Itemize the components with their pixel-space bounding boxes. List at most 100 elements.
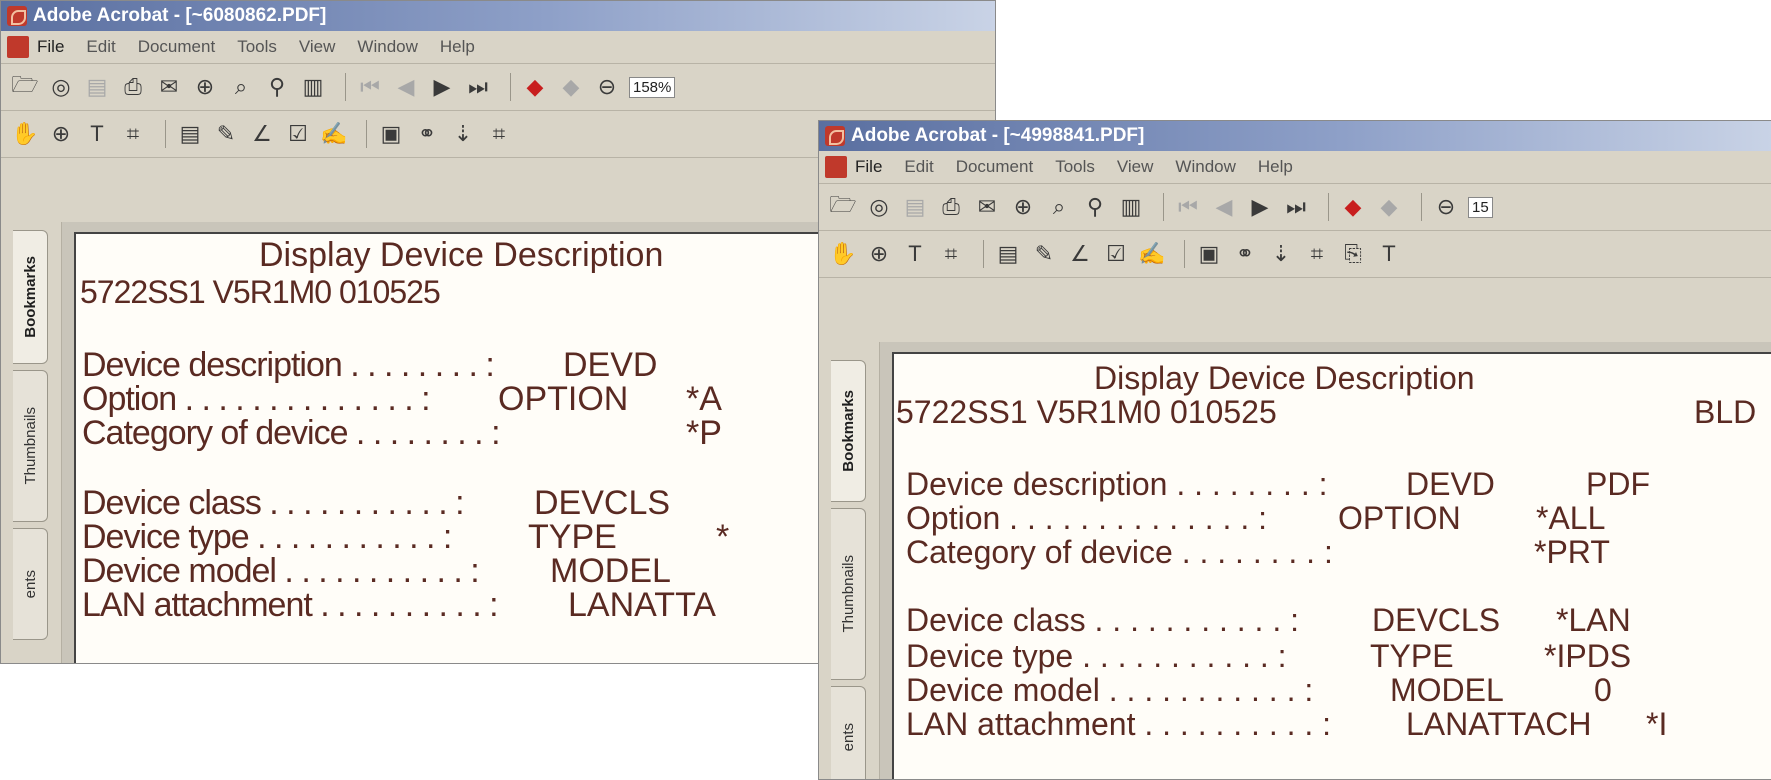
row-label-category: Category of device . . . . . . . . : (82, 414, 501, 452)
title-bar[interactable]: Adobe Acrobat - [~4998841.PDF] (819, 121, 1771, 151)
row-value-type: *IPDS (1544, 638, 1632, 674)
menu-help[interactable]: Help (440, 37, 475, 57)
tab-thumbnails[interactable]: Thumbnails (831, 508, 866, 680)
highlight-tool-icon[interactable]: ∠ (1066, 239, 1094, 269)
menu-window[interactable]: Window (1175, 157, 1235, 177)
navigation-pane-icon[interactable]: ▥ (299, 72, 327, 102)
menu-view[interactable]: View (1117, 157, 1154, 177)
web-open-icon[interactable]: ◎ (47, 72, 75, 102)
zoom-level[interactable]: 158% (629, 76, 676, 98)
pencil-tool-icon[interactable]: ✎ (1030, 239, 1058, 269)
toolbar-separator (983, 240, 984, 268)
snapshot-icon[interactable]: ⌗ (119, 119, 147, 149)
tab-bookmarks[interactable]: Bookmarks (13, 230, 48, 364)
zoom-tool-icon[interactable]: ⊕ (47, 119, 75, 149)
next-page-icon[interactable]: ▶ (428, 72, 456, 102)
menu-document[interactable]: Document (956, 157, 1033, 177)
tab-thumbnails[interactable]: Thumbnails (13, 370, 48, 522)
text-select-icon[interactable]: T (83, 119, 111, 149)
doc-heading: Display Device Description (259, 236, 664, 274)
zoom-out-icon[interactable]: ⊖ (593, 72, 621, 102)
note-tool-icon[interactable]: ▤ (994, 239, 1022, 269)
menu-edit[interactable]: Edit (86, 37, 115, 57)
go-back-icon[interactable]: ◆ (521, 72, 549, 102)
zoom-out-icon[interactable]: ⊖ (1432, 192, 1460, 222)
first-page-icon[interactable]: ⏮ (1174, 192, 1202, 222)
open-folder-icon[interactable]: 🗁 (11, 72, 39, 102)
article-tool-icon[interactable]: ⇣ (449, 119, 477, 149)
go-back-icon[interactable]: ◆ (1339, 192, 1367, 222)
row-keyword-lanattach: LANATTACH (1406, 706, 1592, 742)
go-forward-icon[interactable]: ◆ (557, 72, 585, 102)
document-menu-icon[interactable] (825, 156, 847, 178)
sign-icon[interactable]: ✍ (1138, 239, 1166, 269)
menu-file[interactable]: File (37, 37, 64, 57)
tab-comments[interactable]: ents (13, 528, 48, 640)
hand-tool-icon[interactable]: ✋ (829, 239, 857, 269)
link-tool-icon[interactable]: ⚭ (413, 119, 441, 149)
highlight-tool-icon[interactable]: ∠ (248, 119, 276, 149)
movie-tool-icon[interactable]: ⎘ (1339, 239, 1367, 269)
find-icon[interactable]: ⌕ (1045, 192, 1073, 222)
navigation-pane-icon[interactable]: ▥ (1117, 192, 1145, 222)
search-icon[interactable]: ⚲ (263, 72, 291, 102)
last-page-icon[interactable]: ⏭ (464, 72, 492, 102)
text-select-icon[interactable]: T (901, 239, 929, 269)
spellcheck-icon[interactable]: ☑ (1102, 239, 1130, 269)
touchup-text-icon[interactable]: T (1375, 239, 1403, 269)
menu-tools[interactable]: Tools (1055, 157, 1095, 177)
document-view[interactable]: Display Device Description 5722SS1 V5R1M… (880, 342, 1771, 779)
tab-comments[interactable]: ents (831, 686, 866, 779)
crop-tool-icon[interactable]: ⌗ (1303, 239, 1331, 269)
go-forward-icon[interactable]: ◆ (1375, 192, 1403, 222)
link-tool-icon[interactable]: ⚭ (1231, 239, 1259, 269)
menu-view[interactable]: View (299, 37, 336, 57)
webcapture-icon[interactable]: ⊕ (191, 72, 219, 102)
first-page-icon[interactable]: ⏮ (356, 72, 384, 102)
web-open-icon[interactable]: ◎ (865, 192, 893, 222)
row-value-category: *P (686, 414, 722, 452)
window-title: Adobe Acrobat - [~4998841.PDF] (851, 125, 1145, 146)
tab-bookmarks[interactable]: Bookmarks (831, 360, 866, 502)
sign-icon[interactable]: ✍ (320, 119, 348, 149)
row-keyword-lanattach: LANATTA (568, 586, 716, 624)
menu-file[interactable]: File (855, 157, 882, 177)
article-tool-icon[interactable]: ⇣ (1267, 239, 1295, 269)
form-tool-icon[interactable]: ▣ (1195, 239, 1223, 269)
row-value-model: 0 (1594, 672, 1612, 708)
search-icon[interactable]: ⚲ (1081, 192, 1109, 222)
previous-page-icon[interactable]: ◀ (1210, 192, 1238, 222)
menu-help[interactable]: Help (1258, 157, 1293, 177)
crop-tool-icon[interactable]: ⌗ (485, 119, 513, 149)
snapshot-icon[interactable]: ⌗ (937, 239, 965, 269)
title-bar[interactable]: Adobe Acrobat - [~6080862.PDF] (1, 1, 995, 31)
find-icon[interactable]: ⌕ (227, 72, 255, 102)
save-icon[interactable]: ▤ (901, 192, 929, 222)
menu-window[interactable]: Window (357, 37, 417, 57)
hand-tool-icon[interactable]: ✋ (11, 119, 39, 149)
spellcheck-icon[interactable]: ☑ (284, 119, 312, 149)
webcapture-icon[interactable]: ⊕ (1009, 192, 1037, 222)
previous-page-icon[interactable]: ◀ (392, 72, 420, 102)
pencil-tool-icon[interactable]: ✎ (212, 119, 240, 149)
row-keyword-model: MODEL (1390, 672, 1504, 708)
row-keyword-devd: DEVD (1406, 466, 1495, 502)
print-icon[interactable]: ⎙ (937, 192, 965, 222)
open-folder-icon[interactable]: 🗁 (829, 192, 857, 222)
form-tool-icon[interactable]: ▣ (377, 119, 405, 149)
save-icon[interactable]: ▤ (83, 72, 111, 102)
email-icon[interactable]: ✉ (973, 192, 1001, 222)
last-page-icon[interactable]: ⏭ (1282, 192, 1310, 222)
document-menu-icon[interactable] (7, 36, 29, 58)
note-tool-icon[interactable]: ▤ (176, 119, 204, 149)
next-page-icon[interactable]: ▶ (1246, 192, 1274, 222)
zoom-level[interactable]: 15 (1468, 196, 1493, 218)
email-icon[interactable]: ✉ (155, 72, 183, 102)
menu-document[interactable]: Document (138, 37, 215, 57)
toolbar-separator (165, 120, 166, 148)
zoom-tool-icon[interactable]: ⊕ (865, 239, 893, 269)
window-title: Adobe Acrobat - [~6080862.PDF] (33, 5, 327, 26)
menu-edit[interactable]: Edit (904, 157, 933, 177)
menu-tools[interactable]: Tools (237, 37, 277, 57)
print-icon[interactable]: ⎙ (119, 72, 147, 102)
